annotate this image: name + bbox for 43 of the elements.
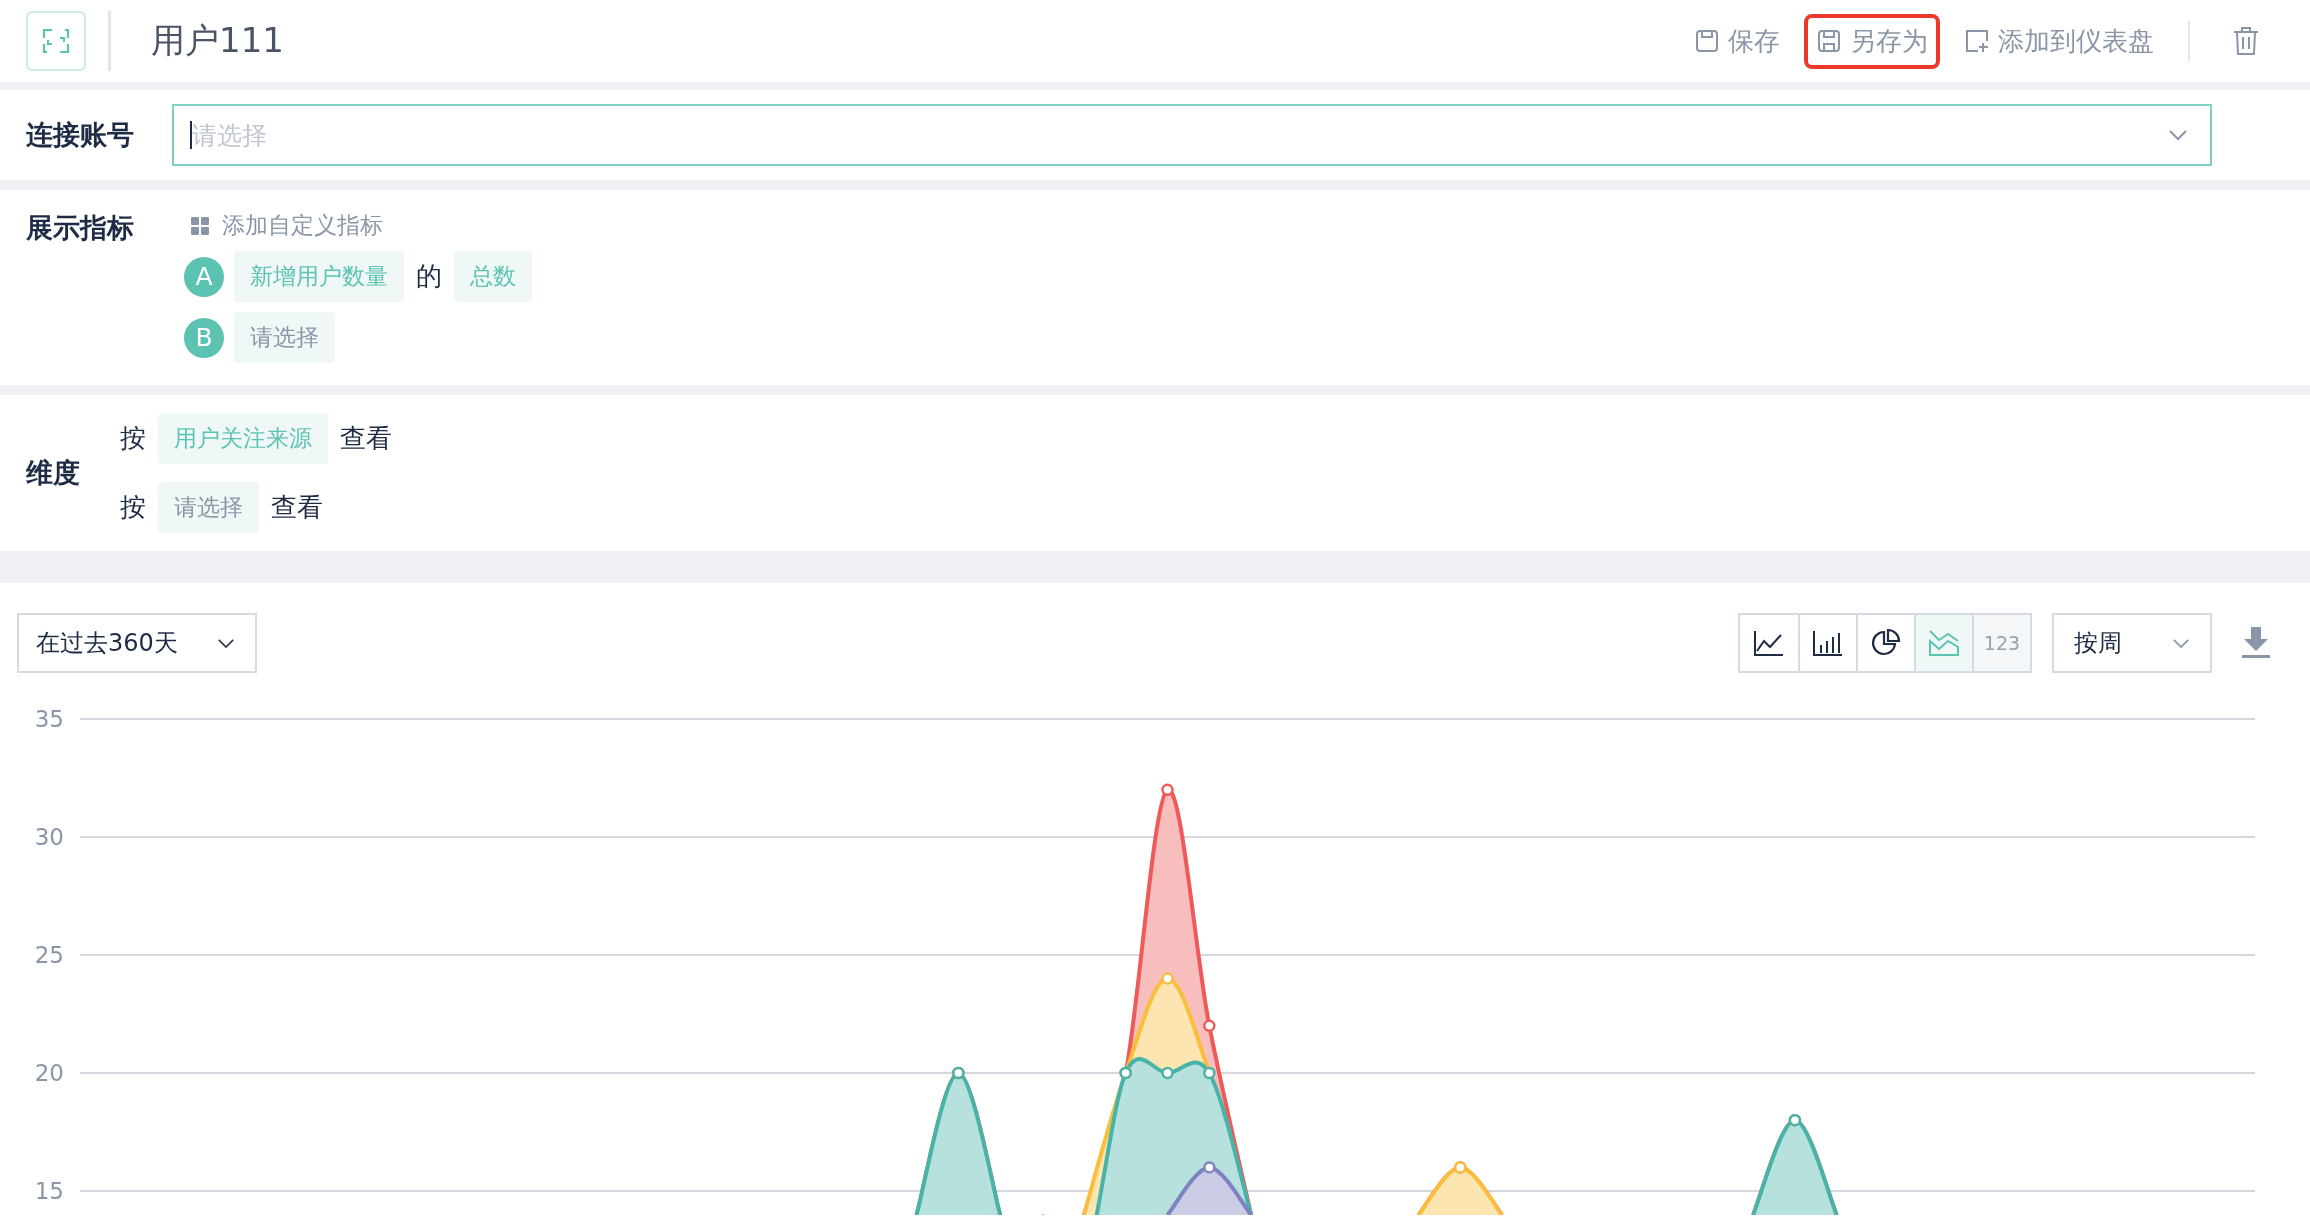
y-axis-label: 30 (34, 824, 64, 850)
area-chart-icon (1928, 629, 1960, 657)
bar-chart-icon (1812, 629, 1844, 657)
y-axis-label: 20 (34, 1060, 64, 1086)
line-chart-icon (1753, 629, 1785, 657)
report-title: 用户111 (151, 19, 284, 62)
pie-chart-icon (1871, 628, 1901, 658)
grid-icon (190, 215, 210, 236)
header-action-button[interactable]: 另存为 (1804, 13, 1940, 69)
field-label: 连接账号 (26, 118, 134, 152)
y-axis-label: 25 (34, 942, 64, 968)
metric-letter-badge: B (184, 317, 224, 358)
header-action-button[interactable]: 添加到仪表盘 (1952, 13, 2166, 69)
metric-letter-badge: A (184, 256, 224, 297)
add-to-board-icon (1964, 28, 1990, 54)
chevron-down-icon (2172, 637, 2190, 649)
dimension-select[interactable]: 用户关注来源 (158, 413, 328, 464)
download-icon[interactable] (2242, 627, 2270, 659)
add-custom-metric-link[interactable]: 添加自定义指标 (222, 210, 383, 241)
metric-select[interactable]: 新增用户数量 (234, 251, 404, 302)
chevron-down-icon (217, 637, 235, 649)
section-label: 展示指标 (26, 211, 134, 245)
logo-icon[interactable] (26, 11, 86, 71)
prefix-text: 按 (120, 491, 146, 524)
granularity-select[interactable]: 按周 (2052, 613, 2212, 673)
chevron-down-icon (2168, 129, 2188, 141)
section-label: 维度 (26, 456, 80, 490)
account-select[interactable]: 请选择 (172, 104, 2212, 166)
header-action-button[interactable]: 保存 (1682, 13, 1792, 69)
suffix-text: 查看 (271, 491, 323, 524)
y-axis-label: 15 (34, 1178, 64, 1204)
data-point (1203, 1019, 1216, 1033)
y-axis-label: 35 (34, 706, 64, 732)
dimension-select[interactable]: 请选择 (158, 482, 259, 533)
metric-select[interactable]: 请选择 (234, 312, 335, 363)
suffix-text: 查看 (340, 422, 392, 455)
trash-icon[interactable] (2232, 26, 2260, 56)
data-point (1161, 1066, 1174, 1080)
prefix-text: 按 (120, 422, 146, 455)
data-point (1203, 1161, 1216, 1174)
joiner-text: 的 (416, 260, 442, 293)
aggregate-select[interactable]: 总数 (454, 251, 532, 302)
date-range-select[interactable]: 在过去360天 (17, 613, 257, 673)
